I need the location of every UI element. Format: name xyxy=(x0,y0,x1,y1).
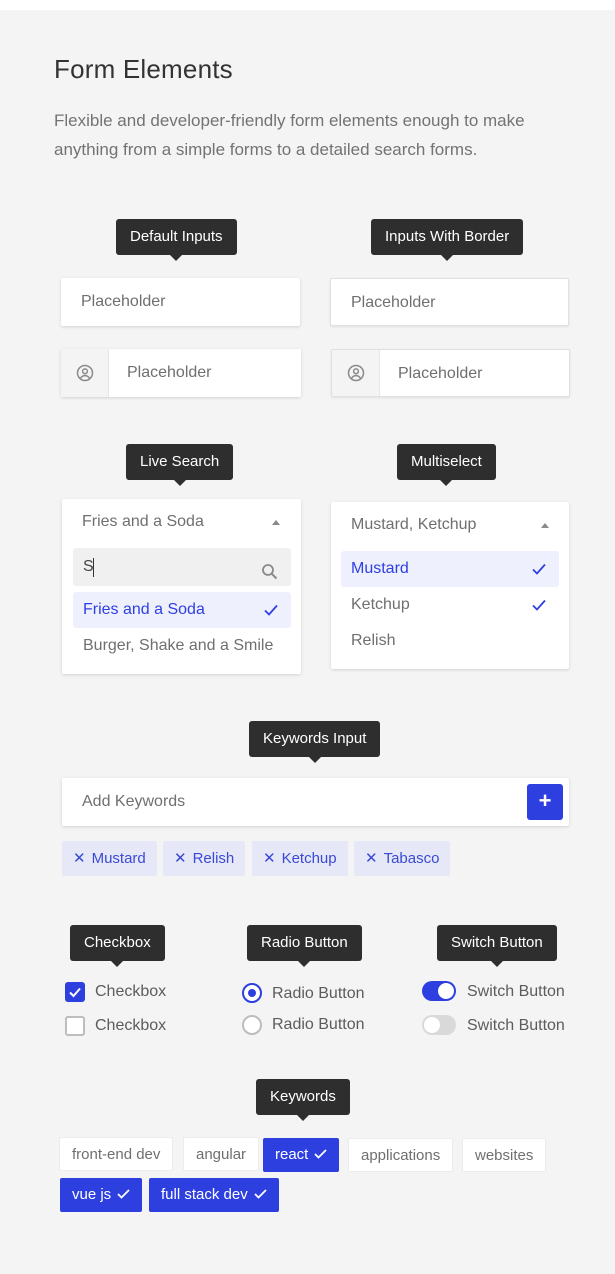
multiselect-option[interactable]: Mustard xyxy=(341,551,559,587)
default-input-with-icon[interactable]: Placeholder xyxy=(61,349,301,397)
keyword-chip-label: angular xyxy=(196,1146,247,1163)
radio-button-unselected[interactable] xyxy=(242,1015,262,1035)
default-input-icon-placeholder: Placeholder xyxy=(127,364,212,381)
keyword-chip[interactable]: front-end dev xyxy=(59,1137,174,1171)
multiselect-dropdown: Mustard, Ketchup Mustard Ketchup Relish xyxy=(331,502,569,669)
keyword-chip-active[interactable]: vue js xyxy=(60,1178,143,1212)
live-search-selected[interactable]: Fries and a Soda xyxy=(82,513,204,531)
keyword-chip-label: applications xyxy=(361,1147,441,1164)
tooltip-checkbox: Checkbox xyxy=(70,925,165,967)
switch-off[interactable] xyxy=(422,1015,456,1035)
keyword-tag-label: Relish xyxy=(192,850,235,867)
page-title: Form Elements xyxy=(54,54,233,84)
bordered-input-icon-placeholder: Placeholder xyxy=(398,365,483,382)
checkbox-label: Checkbox xyxy=(95,1017,167,1034)
keyword-chip[interactable]: applications xyxy=(348,1138,454,1172)
live-search-input[interactable]: S xyxy=(73,548,291,586)
bordered-input-with-icon[interactable]: Placeholder xyxy=(331,349,570,397)
tooltip-keywords: Keywords xyxy=(256,1079,350,1121)
keyword-chip-label: react xyxy=(275,1146,309,1163)
text-cursor xyxy=(93,558,94,577)
tooltip-multiselect: Multiselect xyxy=(397,444,496,486)
caret-up-icon[interactable] xyxy=(541,523,549,528)
switch-label: Switch Button xyxy=(467,1017,565,1034)
page-description: Flexible and developer-friendly form ele… xyxy=(54,111,525,159)
switch-knob xyxy=(438,983,454,999)
caret-up-icon[interactable] xyxy=(272,520,280,525)
tooltip-inputs-with-border: Inputs With Border xyxy=(371,219,524,261)
multiselect-selected[interactable]: Mustard, Ketchup xyxy=(351,516,476,534)
tooltip-radio-button: Radio Button xyxy=(247,925,362,967)
keyword-chip[interactable]: websites xyxy=(462,1138,547,1172)
keyword-tag[interactable]: ✕ Ketchup xyxy=(252,841,348,876)
close-icon[interactable]: ✕ xyxy=(365,850,378,867)
close-icon[interactable]: ✕ xyxy=(73,850,86,867)
keyword-chip[interactable]: angular xyxy=(183,1137,260,1171)
checkbox-checked[interactable] xyxy=(65,982,85,1002)
keywords-input[interactable]: Add Keywords xyxy=(62,778,569,826)
keyword-chip-label: full stack dev xyxy=(161,1186,248,1203)
multiselect-option-label: Mustard xyxy=(351,560,409,577)
bordered-input-placeholder: Placeholder xyxy=(351,294,436,311)
close-icon[interactable]: ✕ xyxy=(174,850,187,867)
default-input[interactable]: Placeholder xyxy=(61,278,300,326)
keyword-tag[interactable]: ✕ Tabasco xyxy=(354,841,451,876)
user-circle-icon xyxy=(61,349,109,397)
keyword-chip-label: vue js xyxy=(72,1186,112,1203)
search-icon xyxy=(261,558,279,580)
check-icon xyxy=(314,1146,327,1163)
tooltip-default-inputs: Default Inputs xyxy=(116,219,237,261)
radio-button-label: Radio Button xyxy=(272,1016,365,1033)
checkbox-label: Checkbox xyxy=(95,983,167,1000)
switch-knob xyxy=(424,1017,440,1033)
live-search-dropdown: Fries and a Soda S Fries and a Soda Burg… xyxy=(62,499,301,674)
live-search-option[interactable]: Fries and a Soda xyxy=(73,592,291,628)
multiselect-option-label: Ketchup xyxy=(351,596,410,613)
keyword-tag-label: Ketchup xyxy=(281,850,337,867)
keyword-chip-active[interactable]: full stack dev xyxy=(149,1178,279,1212)
keyword-chip-active[interactable]: react xyxy=(263,1138,340,1172)
check-icon xyxy=(69,987,81,998)
plus-icon: + xyxy=(538,788,552,813)
live-search-option-label: Burger, Shake and a Smile xyxy=(83,637,274,654)
keyword-tag[interactable]: ✕ Relish xyxy=(163,841,246,876)
keyword-chip-label: websites xyxy=(475,1147,534,1164)
switch-on[interactable] xyxy=(422,981,456,1001)
keyword-tag-label: Tabasco xyxy=(383,850,440,867)
tooltip-switch-button: Switch Button xyxy=(437,925,557,967)
live-search-option[interactable]: Burger, Shake and a Smile xyxy=(73,628,291,664)
check-icon xyxy=(254,1186,267,1203)
tooltip-live-search: Live Search xyxy=(126,444,234,486)
user-circle-icon xyxy=(332,350,380,396)
keyword-tag-label: Mustard xyxy=(91,850,146,867)
radio-button-selected[interactable] xyxy=(242,983,262,1003)
keywords-input-placeholder: Add Keywords xyxy=(82,793,186,810)
keyword-chip-label: front-end dev xyxy=(72,1146,161,1163)
switch-label: Switch Button xyxy=(467,983,565,1000)
default-input-placeholder: Placeholder xyxy=(81,293,166,310)
tooltip-keywords-input: Keywords Input xyxy=(249,721,381,763)
check-icon xyxy=(117,1186,130,1203)
add-keyword-button[interactable]: + xyxy=(527,784,563,820)
keyword-tag[interactable]: ✕ Mustard xyxy=(62,841,157,876)
multiselect-option-label: Relish xyxy=(351,632,396,649)
radio-button-label: Radio Button xyxy=(272,985,365,1002)
close-icon[interactable]: ✕ xyxy=(263,850,276,867)
live-search-option-label: Fries and a Soda xyxy=(83,601,205,618)
multiselect-option[interactable]: Ketchup xyxy=(341,587,559,623)
bordered-input[interactable]: Placeholder xyxy=(330,278,569,326)
checkbox-unchecked[interactable] xyxy=(65,1016,85,1036)
multiselect-option[interactable]: Relish xyxy=(341,623,559,659)
